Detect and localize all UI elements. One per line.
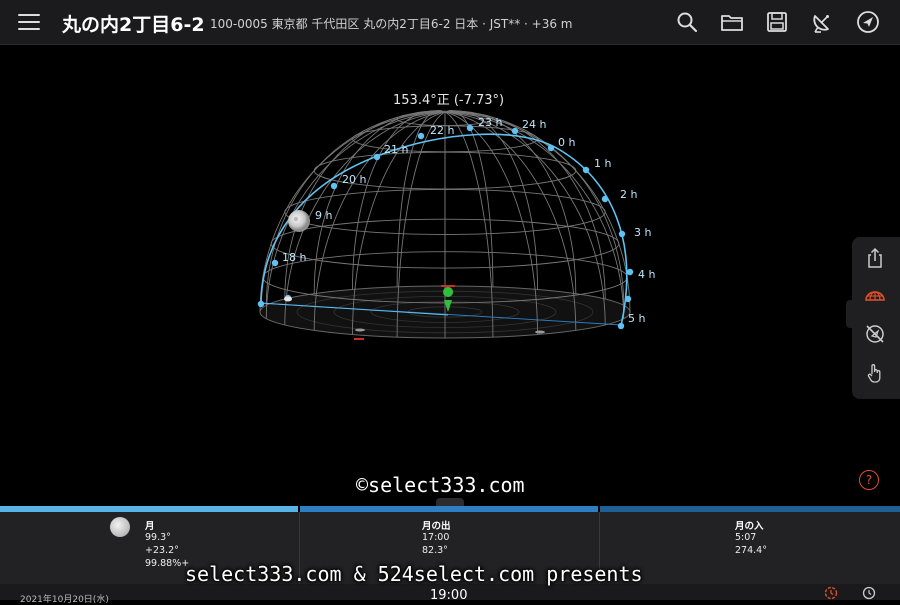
hour-label: 20 h — [342, 173, 366, 186]
hour-label: 23 h — [478, 116, 502, 129]
no-compass-icon[interactable] — [864, 323, 886, 345]
hour-label: 21 h — [384, 143, 408, 156]
moon-azimuth: 99.3° — [145, 532, 171, 543]
hour-label: 22 h — [430, 124, 454, 137]
dome-icon[interactable] — [864, 285, 886, 307]
folder-icon[interactable] — [720, 10, 744, 34]
moonset-label: 月の入 — [735, 521, 764, 532]
hour-label: 2 h — [620, 188, 637, 201]
moonset-azimuth: 274.4° — [735, 545, 767, 556]
moonrise-label: 月の出 — [422, 521, 451, 532]
help-icon[interactable]: ? — [859, 470, 879, 490]
moonset-column[interactable]: 月の入 5:07 274.4° — [600, 512, 900, 584]
moon-altitude: +23.2° — [145, 545, 179, 556]
watermark-center: ©select333.com — [356, 473, 525, 497]
azimuth-meridian — [352, 110, 446, 290]
hand-icon[interactable] — [864, 362, 886, 384]
hour-label: 5 h — [628, 312, 645, 325]
location-title: 丸の内2丁目6-2 — [62, 14, 205, 36]
hour-label: 0 h — [558, 136, 575, 149]
hour-label: 1 h — [594, 157, 611, 170]
ground-feature — [355, 328, 365, 332]
azimuth-meridian — [284, 111, 446, 300]
hour-marker — [547, 144, 555, 152]
hour-label: 24 h — [522, 118, 546, 131]
share-icon[interactable] — [864, 247, 886, 269]
moon-label: 月 — [145, 521, 155, 532]
hour-marker — [417, 132, 425, 140]
hour-marker — [582, 166, 590, 174]
moon-icon — [288, 210, 310, 232]
watermark-bottom: select333.com & 524select.com presents — [185, 562, 643, 586]
search-icon[interactable] — [675, 10, 699, 34]
hour-label: 18 h — [282, 251, 306, 264]
hour-label: 9 h — [315, 209, 332, 222]
hour-marker — [373, 153, 381, 161]
hour-label: 3 h — [634, 226, 651, 239]
location-address: 100-0005 東京都 千代田区 丸の内2丁目6-2 日本 · JST** ·… — [210, 17, 573, 31]
moon-icon — [110, 517, 130, 537]
azimuth-readout: 153.4°正 (-7.73°) — [393, 93, 505, 108]
south-marker — [354, 338, 364, 340]
hour-label: 4 h — [638, 268, 655, 281]
hour-marker — [271, 259, 279, 267]
moonrise-time: 17:00 — [422, 532, 450, 543]
time-label[interactable]: 19:00 — [430, 588, 467, 603]
azimuth-meridian — [444, 111, 625, 306]
ground-feature — [284, 296, 292, 302]
moon-illumination: 99.88%+ — [145, 558, 190, 569]
compass-icon[interactable] — [856, 10, 880, 34]
hour-marker — [330, 182, 338, 190]
clock-icon[interactable] — [862, 586, 876, 600]
moonrise-azimuth: 82.3° — [422, 545, 448, 556]
hour-marker — [601, 195, 609, 203]
menu-icon[interactable] — [18, 12, 40, 32]
top-bar: 丸の内2丁目6-2 100-0005 東京都 千代田区 丸の内2丁目6-2 日本… — [0, 0, 900, 45]
hour-marker — [617, 322, 625, 330]
moonset-time: 5:07 — [735, 532, 757, 543]
sky-dome-view[interactable]: 18 h 9 h 20 h 21 h 22 h 23 h 24 h 0 h 1 h 2 h 3 h 4… — [0, 45, 900, 505]
azimuth-meridian — [444, 111, 606, 300]
side-toolbar — [852, 237, 900, 399]
moon-crater — [293, 216, 299, 222]
hour-marker — [624, 295, 632, 303]
date-label: 2021年10月20日(水) — [20, 595, 109, 605]
satellite-dish-icon[interactable] — [810, 10, 834, 34]
ground-feature — [535, 330, 545, 334]
azimuth-meridian — [265, 111, 446, 306]
save-icon[interactable] — [765, 10, 789, 34]
hour-marker — [626, 268, 634, 276]
hour-marker — [466, 124, 474, 132]
panel-drag-handle[interactable] — [436, 498, 464, 506]
hour-marker — [618, 230, 626, 238]
north-marker — [441, 285, 455, 287]
hour-marker — [257, 300, 265, 308]
hour-marker — [511, 127, 519, 135]
time-lapse-icon[interactable] — [824, 586, 838, 600]
